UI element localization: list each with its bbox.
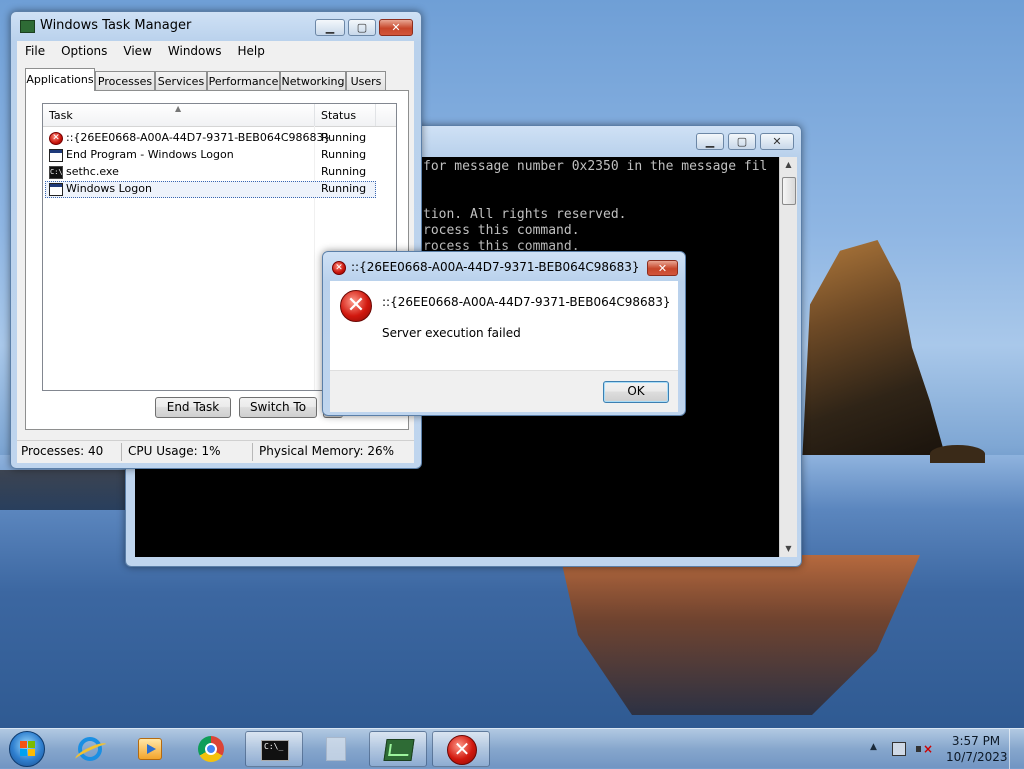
table-row-selected[interactable]: Windows Logon Running: [45, 181, 376, 198]
error-icon: ✕: [340, 290, 372, 322]
desktop-rock-small: [930, 445, 985, 463]
status-cpu: CPU Usage: 1%: [128, 444, 221, 458]
status-memory: Physical Memory: 26%: [259, 444, 395, 458]
show-hidden-icons-icon[interactable]: ▲: [870, 742, 877, 752]
taskbar-internet-explorer[interactable]: [60, 731, 118, 767]
taskbar-media-player[interactable]: [121, 731, 179, 767]
menu-options[interactable]: Options: [53, 41, 115, 61]
table-row[interactable]: ✕ ::{26EE0668-A00A-44D7-9371-BEB064C9868…: [45, 130, 376, 147]
chrome-icon: [198, 736, 224, 762]
status-separator: [121, 443, 122, 461]
error-icon: ✕: [447, 735, 477, 765]
column-status[interactable]: Status: [315, 104, 375, 126]
tab-users[interactable]: Users: [346, 71, 386, 90]
network-icon[interactable]: [892, 742, 906, 756]
dialog-heading: ::{26EE0668-A00A-44D7-9371-BEB064C98683}: [382, 295, 671, 309]
task-status: Running: [321, 165, 367, 178]
task-list-header: ▲ Task Status: [43, 104, 396, 127]
dialog-titlebar[interactable]: ✕ ::{26EE0668-A00A-44D7-9371-BEB064C9868…: [323, 252, 685, 280]
minimize-button[interactable]: ▁: [696, 133, 724, 150]
task-name: sethc.exe: [66, 165, 119, 178]
program-window-icon: [49, 183, 63, 196]
start-button[interactable]: [9, 731, 45, 767]
console-line: for message number 0x2350 in the message…: [423, 159, 768, 174]
switch-to-label: Switch To: [249, 400, 307, 414]
task-name: End Program - Windows Logon: [66, 148, 234, 161]
close-button[interactable]: ✕: [760, 133, 794, 150]
task-manager-titlebar[interactable]: Windows Task Manager ▁ ▢ ✕: [11, 12, 421, 40]
status-separator: [252, 443, 253, 461]
task-name: Windows Logon: [66, 182, 152, 195]
clock-time[interactable]: 3:57 PM: [946, 734, 1006, 748]
task-status: Running: [321, 131, 367, 144]
dialog-button-area: OK: [330, 370, 678, 412]
taskbar-command-prompt[interactable]: C:\_: [245, 731, 303, 767]
column-task[interactable]: Task: [43, 104, 315, 126]
task-status: Running: [321, 148, 367, 161]
scroll-up-icon[interactable]: ▲: [780, 157, 797, 173]
status-processes: Processes: 40: [21, 444, 104, 458]
media-player-icon: [138, 738, 162, 760]
task-name: ::{26EE0668-A00A-44D7-9371-BEB064C98683}: [66, 131, 331, 144]
command-prompt-icon: C:\_: [261, 740, 289, 761]
task-manager-icon: [20, 20, 35, 33]
menu-windows[interactable]: Windows: [160, 41, 230, 61]
taskbar-blank-program[interactable]: [307, 731, 365, 767]
end-task-label: End Task: [166, 400, 220, 414]
volume-muted-icon[interactable]: [916, 742, 933, 756]
menu-view[interactable]: View: [115, 41, 159, 61]
menu-help[interactable]: Help: [229, 41, 272, 61]
program-window-icon: [49, 149, 63, 162]
console-line: rocess this command.: [423, 223, 580, 238]
tab-networking[interactable]: Networking: [280, 71, 346, 90]
menu-file[interactable]: File: [17, 41, 53, 61]
minimize-button[interactable]: ▁: [315, 19, 345, 36]
windows-logo-icon: [20, 741, 35, 756]
maximize-button[interactable]: ▢: [348, 19, 376, 36]
task-status: Running: [321, 182, 367, 195]
column-separator[interactable]: [375, 104, 376, 126]
taskbar-task-manager[interactable]: [369, 731, 427, 767]
tab-applications[interactable]: Applications: [25, 68, 95, 91]
internet-explorer-icon: [78, 737, 102, 761]
menu-bar: File Options View Windows Help: [17, 41, 414, 61]
blank-program-icon: [326, 737, 346, 761]
table-row[interactable]: C:\ sethc.exe Running: [45, 164, 376, 181]
system-tray: ▲ 3:57 PM 10/7/2023: [866, 729, 1024, 769]
dialog-message: Server execution failed: [382, 326, 521, 340]
console-icon: C:\: [49, 166, 63, 179]
show-desktop-button[interactable]: [1009, 729, 1024, 769]
taskbar: C:\_ ✕ ▲ 3:57 PM 10/7/2023: [0, 728, 1024, 769]
tab-services[interactable]: Services: [155, 71, 207, 90]
tab-performance[interactable]: Performance: [207, 71, 280, 90]
error-icon: ✕: [332, 261, 346, 275]
desktop-shore: [0, 470, 130, 510]
task-manager-icon: [383, 739, 415, 761]
close-button[interactable]: ✕: [647, 260, 678, 276]
ok-button[interactable]: OK: [603, 381, 669, 403]
clock-date[interactable]: 10/7/2023: [946, 750, 1008, 764]
taskbar-error-dialog[interactable]: ✕: [432, 731, 490, 767]
dialog-content: ✕ ::{26EE0668-A00A-44D7-9371-BEB064C9868…: [330, 281, 678, 412]
status-bar: Processes: 40 CPU Usage: 1% Physical Mem…: [17, 440, 414, 463]
tab-processes[interactable]: Processes: [95, 71, 155, 90]
taskbar-chrome[interactable]: [182, 731, 240, 767]
console-line: tion. All rights reserved.: [423, 207, 627, 222]
error-dialog[interactable]: ✕ ::{26EE0668-A00A-44D7-9371-BEB064C9868…: [322, 251, 686, 416]
scroll-down-icon[interactable]: ▼: [780, 541, 797, 557]
end-task-button[interactable]: End Task: [155, 397, 231, 418]
console-scrollbar[interactable]: ▲ ▼: [779, 157, 797, 557]
desktop-rock: [802, 240, 945, 455]
table-row[interactable]: End Program - Windows Logon Running: [45, 147, 376, 164]
error-icon: ✕: [49, 132, 63, 145]
ok-label: OK: [627, 384, 645, 398]
scroll-thumb[interactable]: [782, 177, 796, 205]
window-title: Windows Task Manager: [40, 18, 192, 33]
close-button[interactable]: ✕: [379, 19, 413, 36]
maximize-button[interactable]: ▢: [728, 133, 756, 150]
dialog-title: ::{26EE0668-A00A-44D7-9371-BEB064C98683}: [351, 260, 640, 274]
switch-to-button[interactable]: Switch To: [239, 397, 317, 418]
